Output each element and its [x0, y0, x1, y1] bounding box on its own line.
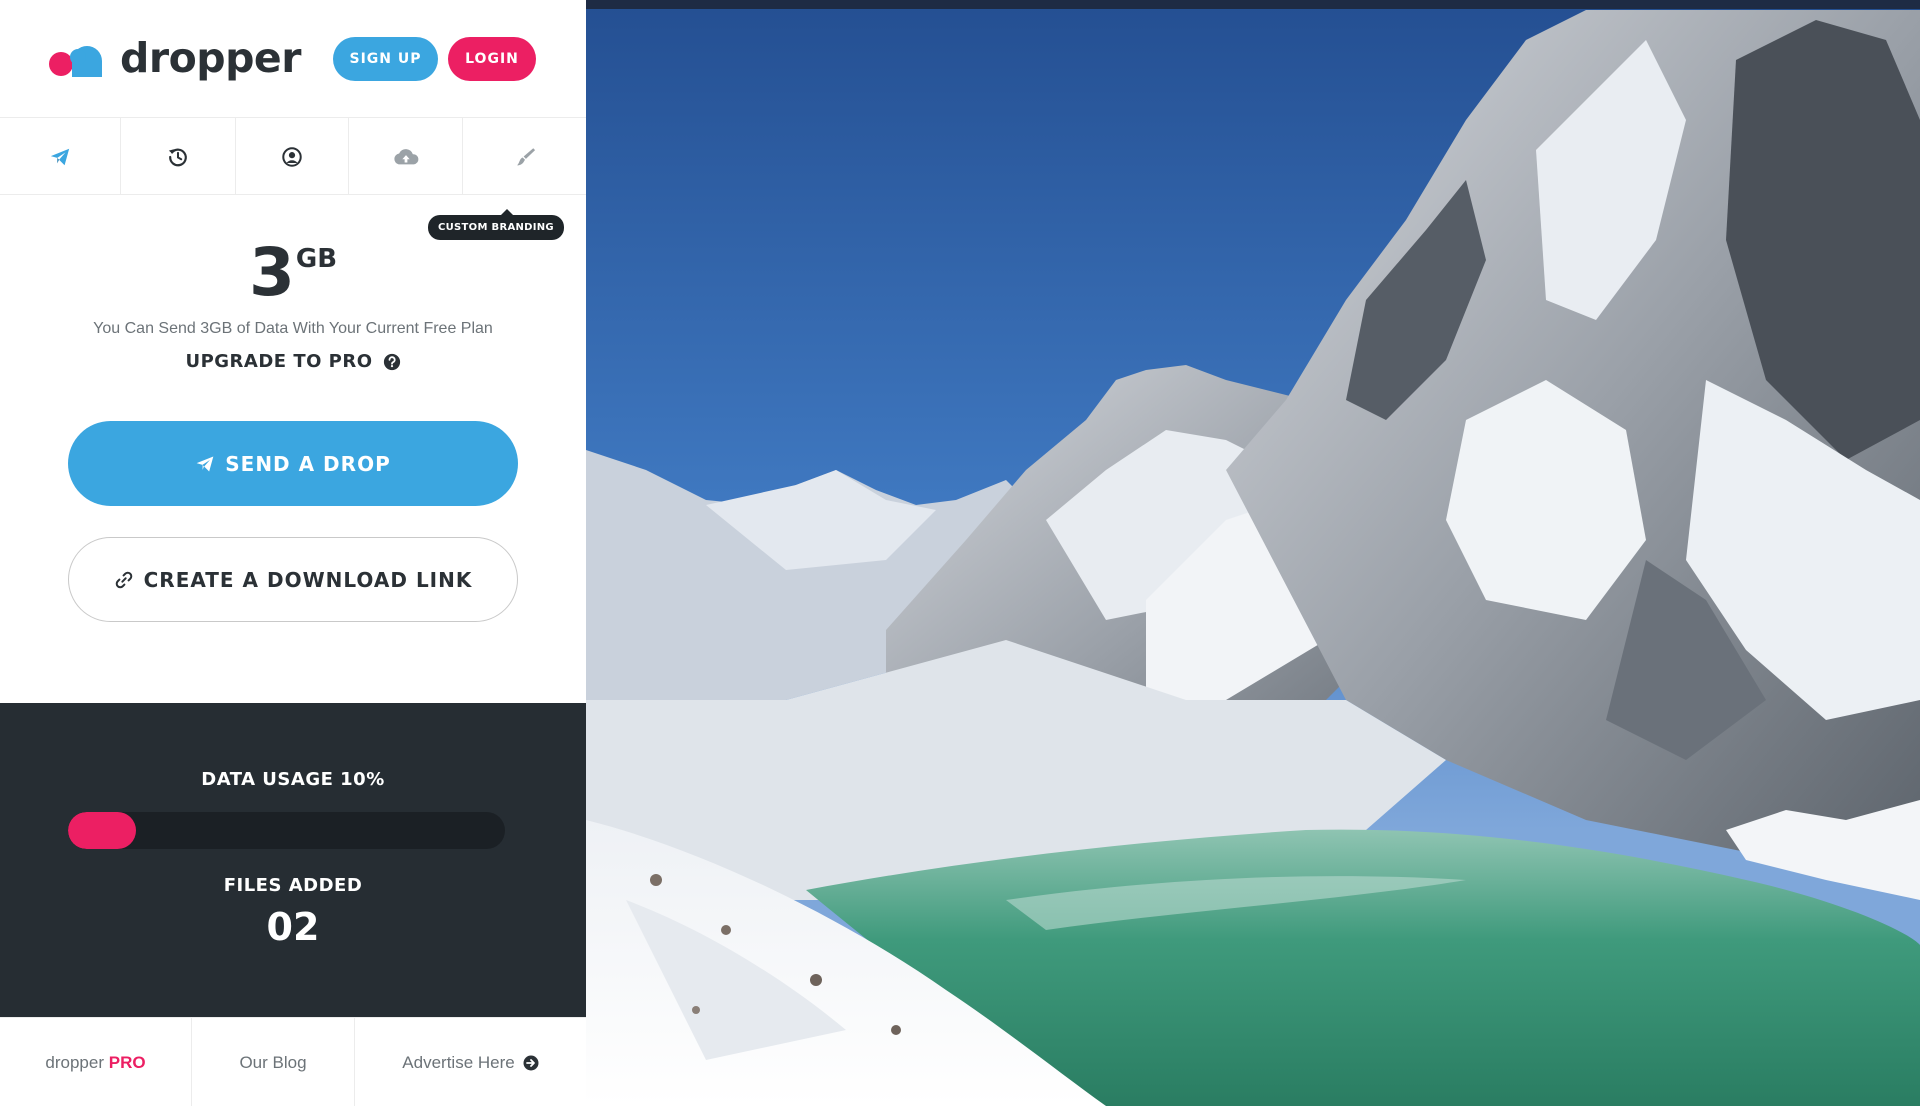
stats-panel: DATA USAGE 10% FILES ADDED 02	[0, 703, 586, 1017]
send-drop-label: SEND A DROP	[225, 451, 391, 476]
arrow-right-circle-icon	[523, 1055, 539, 1070]
logo-icon	[49, 46, 102, 77]
link-icon	[115, 571, 132, 588]
header: dropper SIGN UP LOGIN	[0, 0, 586, 118]
sidebar-panel: dropper SIGN UP LOGIN CUSTOM BRANDING 3G…	[0, 0, 586, 1106]
tab-bar	[0, 118, 586, 195]
quota-display: 3GB	[0, 238, 586, 308]
data-usage-label: DATA USAGE 10%	[201, 769, 385, 790]
user-circle-icon	[282, 146, 302, 167]
paper-plane-icon	[50, 148, 70, 165]
tab-send[interactable]	[0, 118, 121, 195]
tooltip-custom-branding: CUSTOM BRANDING	[428, 209, 564, 240]
upgrade-link[interactable]: UPGRADE TO PRO	[0, 351, 586, 372]
tab-account[interactable]	[236, 118, 349, 195]
footer-dropper-pro-link[interactable]: dropper PRO	[0, 1018, 192, 1106]
background-photo	[586, 0, 1920, 1106]
mountain-lake-image	[586, 0, 1920, 1106]
upgrade-label: UPGRADE TO PRO	[185, 351, 373, 372]
login-button[interactable]: LOGIN	[448, 37, 536, 81]
quota-amount: 3	[248, 234, 295, 311]
paper-plane-icon	[196, 456, 214, 471]
send-drop-button[interactable]: SEND A DROP	[68, 421, 518, 506]
logo-text: dropper	[120, 34, 301, 82]
create-download-link-label: CREATE A DOWNLOAD LINK	[143, 567, 473, 592]
tab-history[interactable]	[121, 118, 236, 195]
paint-brush-icon	[516, 147, 535, 165]
footer-advertise-label: Advertise Here	[402, 1052, 515, 1072]
help-icon[interactable]	[383, 353, 401, 371]
footer-pro-accent: PRO	[108, 1052, 146, 1072]
data-usage-bar	[68, 812, 505, 849]
quota-description: You Can Send 3GB of Data With Your Curre…	[93, 320, 493, 337]
files-added-count: 02	[266, 905, 320, 949]
logo[interactable]: dropper	[48, 34, 301, 84]
data-usage-fill	[68, 812, 136, 849]
history-icon	[168, 148, 187, 166]
footer-pro-prefix: dropper	[45, 1052, 105, 1072]
footer: dropper PRO Our Blog Advertise Here	[0, 1017, 586, 1106]
footer-blog-link[interactable]: Our Blog	[192, 1018, 355, 1106]
files-added-label: FILES ADDED	[223, 875, 363, 896]
tab-branding[interactable]	[463, 118, 586, 195]
signup-button[interactable]: SIGN UP	[333, 37, 438, 81]
quota-unit: GB	[295, 244, 338, 274]
create-download-link-button[interactable]: CREATE A DOWNLOAD LINK	[68, 537, 518, 622]
footer-blog-label: Our Blog	[239, 1052, 307, 1072]
tab-cloud[interactable]	[349, 118, 463, 195]
cloud-upload-icon	[393, 148, 418, 164]
footer-advertise-link[interactable]: Advertise Here	[355, 1018, 586, 1106]
